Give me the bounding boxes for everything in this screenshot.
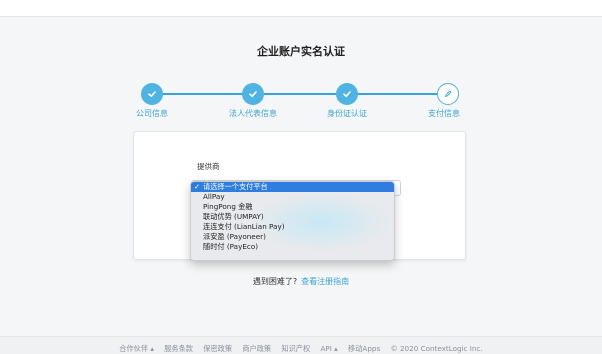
progress-stepper: 公司信息 法人代表信息 身份证认证 支付信息 — [0, 80, 602, 120]
copyright: © 2020 ContextLogic Inc. — [390, 344, 483, 353]
dropdown-option-pingpong[interactable]: PingPong 金融 — [191, 202, 394, 212]
help-line: 遇到困难了? 查看注册指南 — [0, 276, 602, 287]
check-icon: ✓ — [194, 182, 201, 191]
footer-link-privacy[interactable]: 保密政策 — [203, 344, 232, 353]
footer-link-merchant-policy[interactable]: 商户政策 — [242, 344, 271, 353]
pencil-icon — [445, 90, 452, 97]
step-connector — [159, 93, 242, 95]
step-4-circle — [437, 83, 459, 105]
step-1-circle — [141, 83, 163, 105]
dropdown-option-allpay[interactable]: AllPay — [191, 192, 394, 202]
step-2-label: 法人代表信息 — [229, 109, 277, 118]
footer-link-ip[interactable]: 知识产权 — [281, 344, 310, 353]
step-1-label: 公司信息 — [136, 109, 168, 118]
help-question: 遇到困难了? — [252, 277, 298, 286]
step-3-circle — [336, 83, 358, 105]
step-2-circle — [242, 83, 264, 105]
page-title: 企业账户实名认证 — [257, 45, 345, 58]
step-3-label: 身份证认证 — [327, 109, 367, 118]
footer-link-api[interactable]: API ▴ — [320, 344, 337, 353]
provider-dropdown-menu[interactable]: ✓ 请选择一个支付平台 AllPay PingPong 金融 联动优势 (UMPA… — [190, 181, 395, 261]
step-4-label: 支付信息 — [428, 109, 460, 118]
dropdown-option-placeholder[interactable]: ✓ 请选择一个支付平台 — [191, 182, 394, 192]
provider-label: 提供商 — [197, 162, 220, 171]
dropdown-option-lianlian[interactable]: 连连支付 (LianLian Pay) — [191, 222, 394, 232]
step-connector — [358, 93, 437, 95]
option-label: 请选择一个支付平台 — [203, 182, 268, 191]
check-icon — [249, 91, 257, 98]
footer-link-partners[interactable]: 合作伙伴 ▴ — [119, 344, 154, 353]
registration-guide-link[interactable]: 查看注册指南 — [301, 277, 349, 286]
step-connector — [264, 93, 347, 95]
top-bar — [0, 0, 602, 17]
check-icon — [148, 91, 156, 98]
check-icon — [343, 91, 351, 98]
dropdown-option-payeco[interactable]: 随时付 (PayEco) — [191, 242, 394, 252]
footer-links: 合作伙伴 ▴ 服务条款 保密政策 商户政策 知识产权 API ▴ 移动Apps … — [0, 344, 602, 354]
footer-link-mobile-apps[interactable]: 移动Apps — [348, 344, 380, 353]
dropdown-option-payoneer[interactable]: 派安盈 (Payoneer) — [191, 232, 394, 242]
footer-link-terms[interactable]: 服务条款 — [164, 344, 193, 353]
dropdown-option-umpay[interactable]: 联动优势 (UMPAY) — [191, 212, 394, 222]
